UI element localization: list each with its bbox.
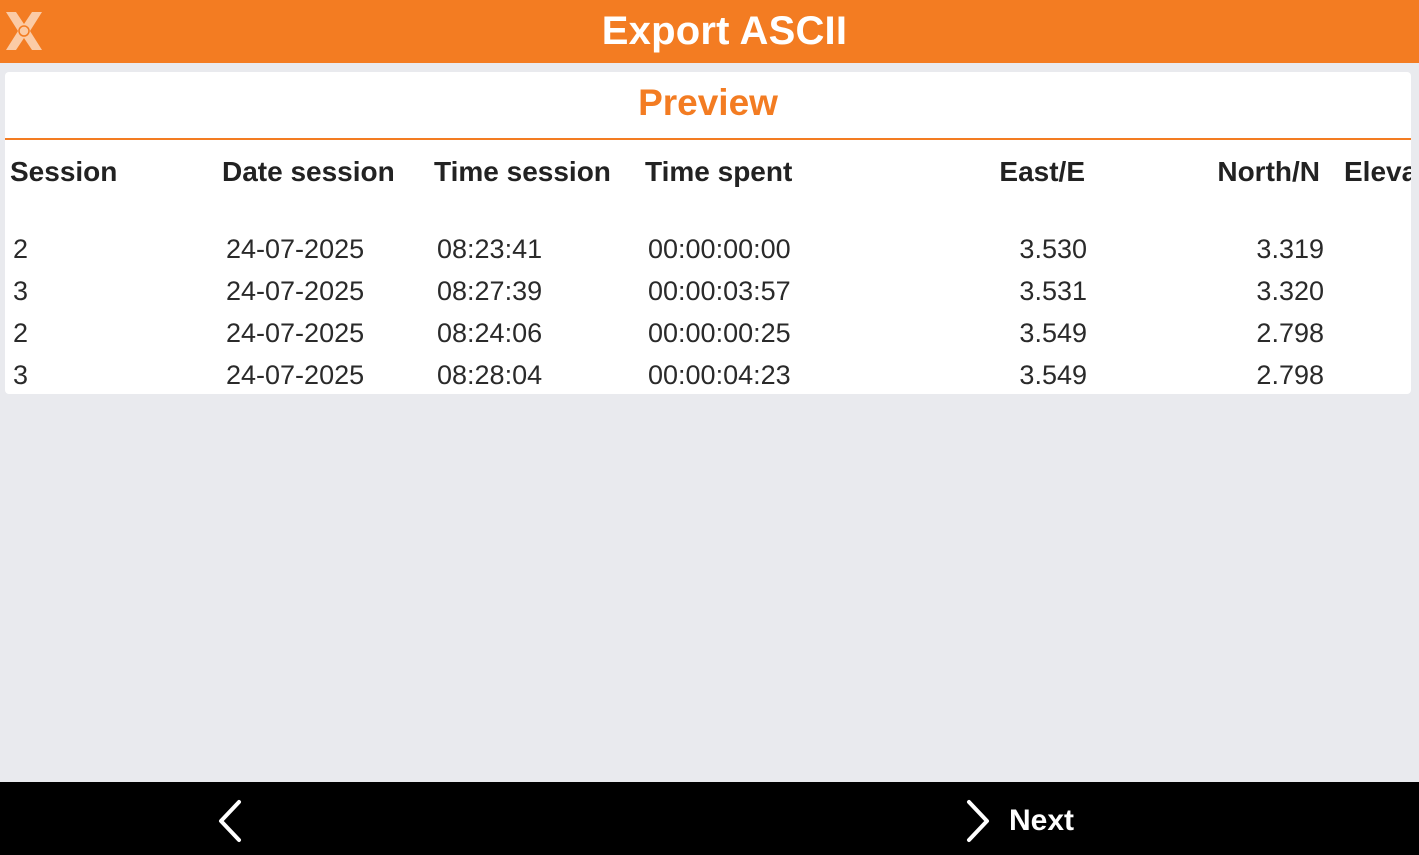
preview-panel: Preview Session Date session Time sessio…	[5, 72, 1411, 394]
cell-time-session: 08:28:04	[437, 360, 543, 390]
column-header-north: North/N	[1217, 156, 1320, 187]
cell-time-session: 08:24:06	[437, 318, 543, 348]
cell-session: 2	[13, 234, 29, 264]
cell-north: 3.320	[1256, 276, 1324, 306]
column-header-elevation: Eleva	[1344, 156, 1411, 187]
cell-east: 3.549	[1019, 360, 1087, 390]
cell-time-session: 08:23:41	[437, 234, 543, 264]
next-button-label: Next	[1009, 804, 1075, 837]
cell-north: 2.798	[1256, 360, 1324, 390]
column-header-time-spent: Time spent	[645, 156, 793, 187]
cell-time-spent: 00:00:00:00	[648, 234, 791, 264]
app-logo-icon[interactable]	[2, 8, 46, 54]
chevron-right-icon	[967, 800, 989, 842]
cell-session: 2	[13, 318, 29, 348]
cell-date-session: 24-07-2025	[226, 360, 365, 390]
cell-session: 3	[13, 360, 29, 390]
cell-time-spent: 00:00:04:23	[648, 360, 791, 390]
cell-date-session: 24-07-2025	[226, 234, 365, 264]
cell-time-session: 08:27:39	[437, 276, 543, 306]
column-header-session: Session	[10, 156, 118, 187]
bottom-nav-bar: Next	[0, 782, 1419, 855]
title-bar: Export ASCII	[0, 0, 1419, 63]
cell-east: 3.549	[1019, 318, 1087, 348]
cell-session: 3	[13, 276, 29, 306]
column-header-time-session: Time session	[434, 156, 611, 187]
chevron-left-icon	[219, 800, 241, 842]
next-button[interactable]: Next	[955, 796, 1074, 846]
back-button[interactable]	[205, 796, 255, 846]
column-header-date-session: Date session	[222, 156, 395, 187]
column-header-east: East/E	[999, 156, 1085, 187]
cell-time-spent: 00:00:03:57	[648, 276, 791, 306]
page-title: Export ASCII	[601, 9, 848, 53]
cell-east: 3.531	[1019, 276, 1087, 306]
cell-date-session: 24-07-2025	[226, 276, 365, 306]
preview-title: Preview	[5, 72, 1411, 140]
cell-north: 2.798	[1256, 318, 1324, 348]
cell-north: 3.319	[1256, 234, 1324, 264]
cell-time-spent: 00:00:00:25	[648, 318, 791, 348]
cell-date-session: 24-07-2025	[226, 318, 365, 348]
cell-east: 3.530	[1019, 234, 1087, 264]
